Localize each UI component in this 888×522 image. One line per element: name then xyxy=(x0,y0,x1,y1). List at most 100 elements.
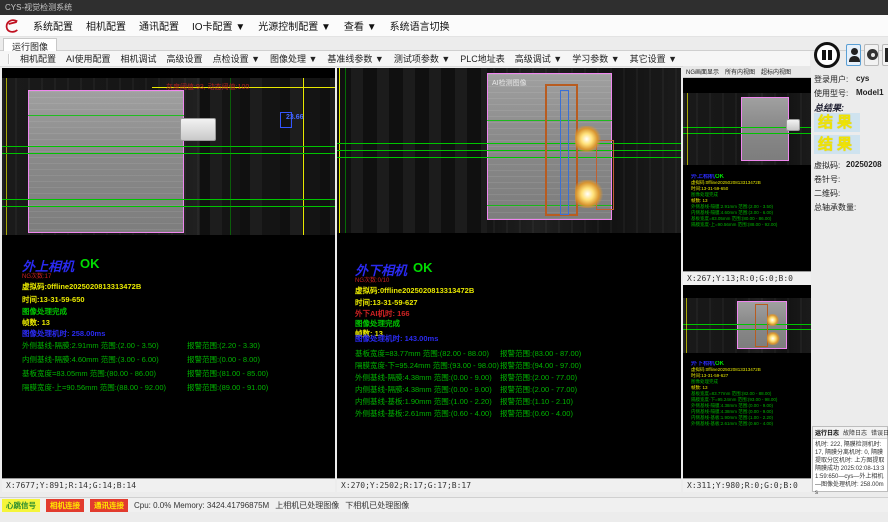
left-yellow-baseline-v xyxy=(303,78,304,235)
title-bar: CYS-视觉检测系统 xyxy=(0,0,888,15)
left-time: 时间:13-31-59-650 xyxy=(22,294,85,305)
top-thumbnail-image[interactable] xyxy=(683,93,811,165)
left-row1-value: 外侧基线-隔膜:2.91mm 范围:(2.00 - 3.50) xyxy=(22,340,159,351)
menu-light-config[interactable]: 光源控制配置 ▼ xyxy=(258,18,331,33)
left-green-line-2 xyxy=(2,153,335,154)
left-measure-row-3: 基板宽度=83.05mm 范围:(80.00 - 86.00)报警范围:(81.… xyxy=(2,368,335,378)
log-tab-fault[interactable]: 故障日志 xyxy=(843,428,867,437)
left-frame-count: 帧数: 13 xyxy=(22,317,50,328)
model-value[interactable]: Model1 xyxy=(856,88,884,97)
tool-spot-check[interactable]: 点检设置 ▼ xyxy=(213,52,260,65)
user-login-button[interactable] xyxy=(846,44,861,66)
tool-other-settings[interactable]: 其它设置 ▼ xyxy=(630,52,677,65)
window-title: CYS-视觉检测系统 xyxy=(5,3,72,12)
menu-language-switch[interactable]: 系统语言切换 xyxy=(390,18,450,33)
menu-comm-config[interactable]: 通讯配置 xyxy=(139,18,179,33)
top-thumb-connector xyxy=(786,119,800,131)
top-thumb-yellow-line xyxy=(687,93,688,165)
left-row4-alarm: 报警范围:(89.00 - 91.00) xyxy=(187,382,268,393)
center-row2-value: 隔膜宽度-下=95.24mm 范围:(93.00 - 98.00) xyxy=(355,360,499,371)
bottom-thumb-yellow-line xyxy=(686,298,687,353)
app-window: CYS-视觉检测系统 系统配置 相机配置 通讯配置 IO卡配置 ▼ 光源控制配置… xyxy=(0,0,888,522)
tab-over-limit-views[interactable]: 超标内视图 xyxy=(761,67,791,76)
bearing-total-label: 总轴承数量: xyxy=(814,202,856,213)
menu-view[interactable]: 查看 ▼ xyxy=(344,18,377,33)
left-measure-label: 23.66 xyxy=(286,114,304,121)
tool-image-processing[interactable]: 图像处理 ▼ xyxy=(270,52,317,65)
top-thumb-status-strip: X:267;Y:13;R:0;G:0;B:0 xyxy=(683,271,811,285)
tool-plc-address[interactable]: PLC地址表 xyxy=(460,52,505,65)
center-row4-value: 内侧基线-隔膜:4.38mm 范围:(0.00 - 9.00) xyxy=(355,384,492,395)
left-connector-blob xyxy=(180,118,216,141)
left-green-vline xyxy=(230,78,231,235)
left-row2-value: 内侧基线-隔膜:4.60mm 范围:(3.00 - 6.00) xyxy=(22,354,159,365)
left-dark-band-overlay xyxy=(200,78,335,235)
tool-camera-config[interactable]: 相机配置 xyxy=(20,52,56,65)
bottom-thumb-green-line-2 xyxy=(683,329,811,330)
virtual-code-label: 虚拟码: xyxy=(814,160,840,171)
qr-code-label: 二维码: xyxy=(814,188,840,199)
left-row4-value: 隔膜宽度-上=90.56mm 范围:(88.00 - 92.00) xyxy=(22,382,166,393)
center-green-line-2 xyxy=(337,150,681,151)
menu-bar: 系统配置 相机配置 通讯配置 IO卡配置 ▼ 光源控制配置 ▼ 查看 ▼ 系统语… xyxy=(0,15,888,37)
bottom-thumb-green-line-1 xyxy=(683,324,811,325)
tab-ng-display[interactable]: NG画面显示 xyxy=(686,67,719,76)
status-bar: 心跳信号 相机连接 通讯连接 Cpu: 0.0% Memory: 3424.41… xyxy=(0,497,888,512)
center-time: 时间:13-31-59-627 xyxy=(355,297,418,308)
menu-system-config[interactable]: 系统配置 xyxy=(33,18,73,33)
left-inspection-image[interactable]: 23.66 灰度阈值:93, 动态阈值:100 xyxy=(2,78,335,235)
menu-io-config[interactable]: IO卡配置 ▼ xyxy=(192,18,245,33)
camera-connection-badge: 相机连接 xyxy=(46,499,84,512)
center-inspection-image[interactable]: AI检测图像 xyxy=(337,68,681,233)
pause-button[interactable] xyxy=(814,42,840,68)
center-status-strip: X:270;Y:2502;R:17;G:17;B:17 xyxy=(337,478,681,492)
comm-connection-badge: 通讯连接 xyxy=(90,499,128,512)
center-bright-feature-1 xyxy=(575,126,601,152)
log-tab-error[interactable]: 错误日志 xyxy=(871,428,888,437)
tool-learning-params[interactable]: 学习参数 ▼ xyxy=(572,52,619,65)
bottom-thumbnail-image[interactable] xyxy=(683,298,811,353)
exit-button[interactable] xyxy=(882,44,888,66)
tool-camera-debug[interactable]: 相机调试 xyxy=(121,52,157,65)
bottom-thumb-cursor-readout: X:311;Y:980;R:0;G:0;B:0 xyxy=(687,481,798,490)
tab-all-views[interactable]: 所有内视图 xyxy=(725,67,755,76)
tool-test-params[interactable]: 测试项参数 ▼ xyxy=(394,52,450,65)
left-barcode: 虚拟码:0ffline2025020813313472B xyxy=(22,281,141,292)
left-row1-alarm: 报警范围:(2.20 - 3.30) xyxy=(187,340,260,351)
center-measure-row-3: 外侧基线-隔膜:4.38mm 范围:(0.00 - 9.00)报警范围:(2.0… xyxy=(337,372,681,382)
display-mode-tabs: NG画面显示 所有内视图 超标内视图 xyxy=(683,66,811,78)
settings-button[interactable] xyxy=(864,44,879,66)
tool-ai-use-config[interactable]: AI使用配置 xyxy=(66,52,111,65)
tab-run-image[interactable]: 运行图像 xyxy=(3,38,57,51)
center-measure-row-6: 外侧基线-基板:2.61mm 范围:(0.60 - 4.00)报警范围:(0.6… xyxy=(337,408,681,418)
bottom-thumb-status-strip: X:311;Y:980;R:0;G:0;B:0 xyxy=(683,478,811,492)
bottom-thumb-bright-2 xyxy=(767,332,780,345)
lower-camera-message: 下相机已处理图像 xyxy=(345,500,409,511)
tool-advanced-settings[interactable]: 高级设置 xyxy=(167,52,203,65)
bottom-thumbnail-view[interactable]: 外下相机OK 虚拟码:0ffline2025020813313472B 时间:1… xyxy=(683,285,811,478)
toolbar: 相机配置 AI使用配置 相机调试 高级设置 点检设置 ▼ 图像处理 ▼ 基准线参… xyxy=(0,51,810,67)
log-panel: 运行日志 故障日志 错误日志 机时: 222, 隔膜检测机时: 17, 隔膜分离… xyxy=(812,426,888,492)
upper-camera-message: 上相机已处理图像 xyxy=(275,500,339,511)
center-ng-info: NG次数:0/10 xyxy=(355,275,389,284)
left-camera-view[interactable]: 23.66 灰度阈值:93, 动态阈值:100 外上相机 OK NG次数:17 … xyxy=(2,68,335,478)
left-process-done: 图像处理完成 xyxy=(22,306,67,317)
center-camera-view[interactable]: AI检测图像 外下相机 OK NG次数:0/10 虚拟码:0ffline2025… xyxy=(337,68,681,478)
left-measure-row-2: 内侧基线-隔膜:4.60mm 范围:(3.00 - 6.00)报警范围:(0.0… xyxy=(2,354,335,364)
menu-camera-config[interactable]: 相机配置 xyxy=(86,18,126,33)
tool-advanced-debug[interactable]: 高级调试 ▼ xyxy=(515,52,562,65)
left-process-time: 图像处理机时: 258.00ms xyxy=(22,328,105,339)
virtual-code-value: 20250208 xyxy=(846,160,882,169)
model-label: 使用型号: xyxy=(814,88,848,99)
result-box-lower: 结果 xyxy=(814,135,860,154)
center-measure-row-2: 隔膜宽度-下=95.24mm 范围:(93.00 - 98.00)报警范围:(9… xyxy=(337,360,681,370)
tool-baseline-params[interactable]: 基准线参数 ▼ xyxy=(327,52,383,65)
log-tab-run[interactable]: 运行日志 xyxy=(815,428,839,437)
result-box-upper: 结果 xyxy=(814,113,860,132)
top-thumbnail-view[interactable]: 外上相机OK 虚拟码:0ffline2025020813313472B 时间:1… xyxy=(683,78,811,271)
center-row1-value: 基板宽度=83.77mm 范围:(82.00 - 88.00) xyxy=(355,348,489,359)
center-green-line-3 xyxy=(337,157,681,158)
user-icon xyxy=(851,48,858,55)
left-measure-row-4: 隔膜宽度-上=90.56mm 范围:(88.00 - 92.00) 报警范围:(8… xyxy=(2,382,335,392)
heartbeat-signal-badge: 心跳信号 xyxy=(2,499,40,512)
